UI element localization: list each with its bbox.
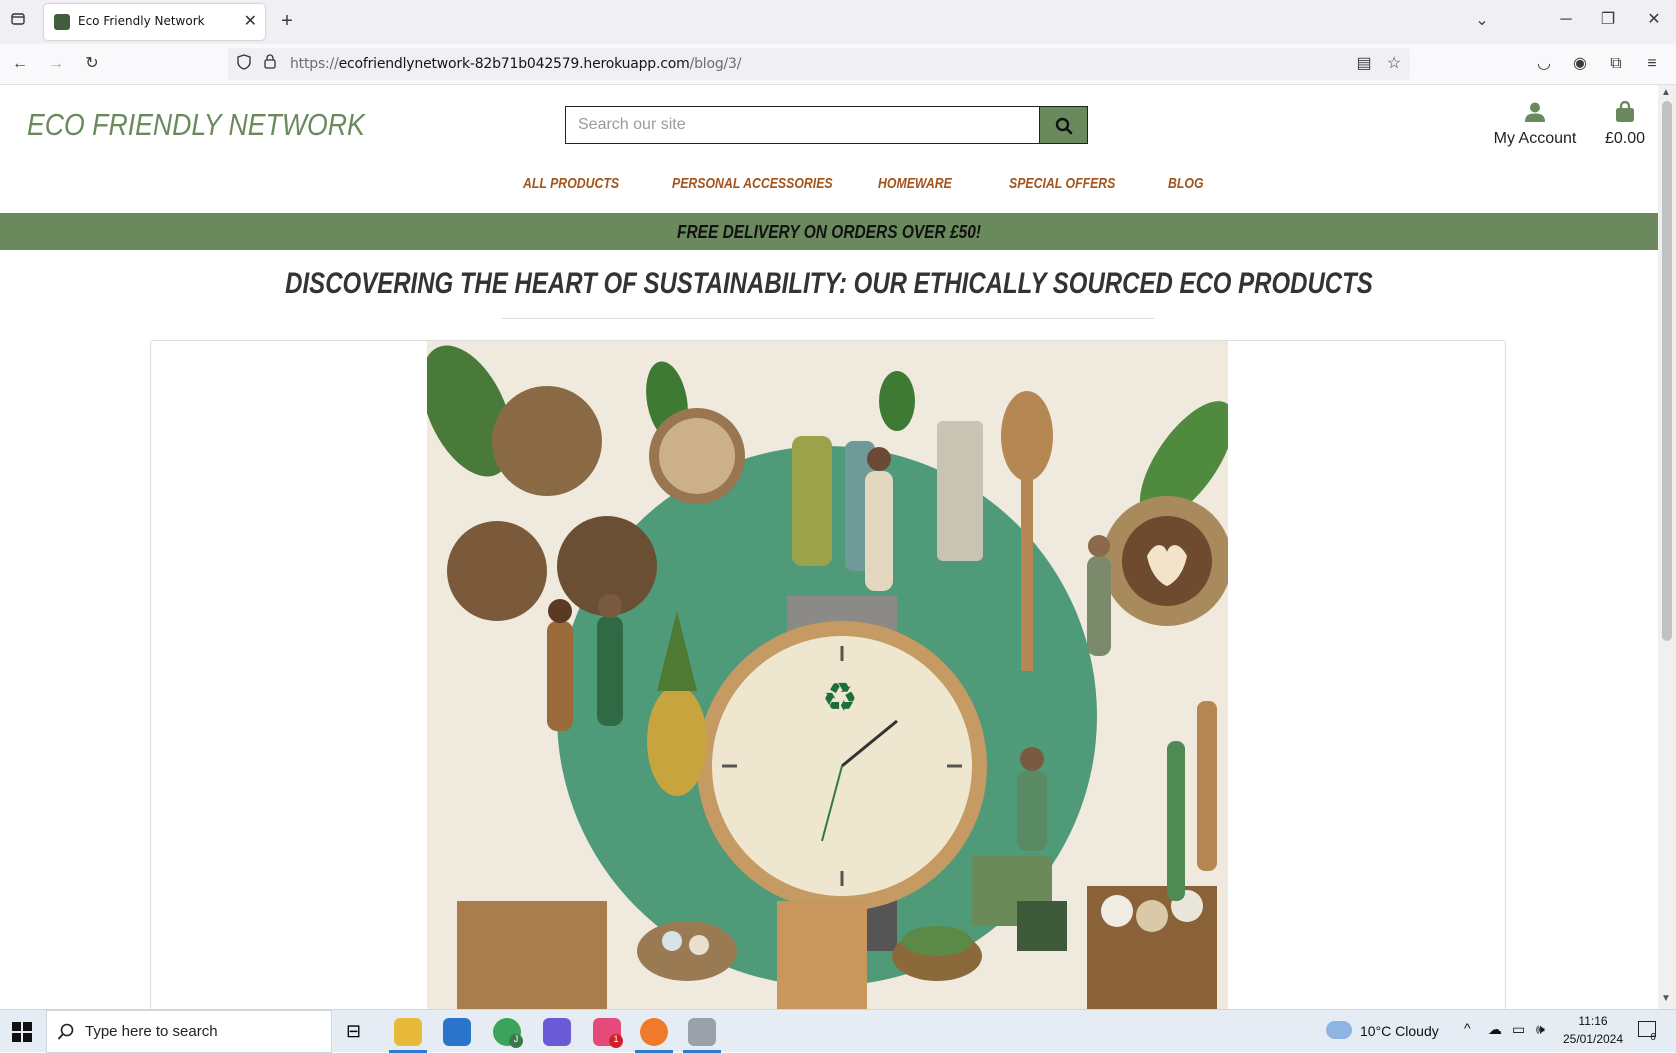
nav-special-offers[interactable]: SPECIAL OFFERS <box>1009 175 1115 192</box>
minimize-icon[interactable]: ─ <box>1554 10 1578 30</box>
site-favicon-icon <box>54 14 70 30</box>
chevron-down-icon[interactable]: ⌄ <box>1470 11 1494 31</box>
nav-all-products[interactable]: ALL PRODUCTS <box>523 175 619 192</box>
svg-text:♻: ♻ <box>822 675 858 721</box>
site-logo[interactable]: ECO FRIENDLY NETWORK <box>27 107 365 143</box>
url-text[interactable]: https://ecofriendlynetwork-82b71b042579.… <box>290 56 741 72</box>
mail-icon[interactable] <box>443 1018 471 1046</box>
cart-total: £0.00 <box>1604 130 1646 147</box>
main-navigation: ALL PRODUCTS PERSONAL ACCESSORIES HOMEWA… <box>0 175 1658 199</box>
search-icon <box>57 1023 74 1040</box>
slack-notification-badge: 1 <box>609 1034 623 1048</box>
reload-icon[interactable]: ↻ <box>80 54 104 74</box>
scroll-up-icon[interactable]: ▲ <box>1661 87 1671 98</box>
blog-post-image: ♻ <box>427 341 1228 1009</box>
new-tab-icon[interactable]: + <box>275 11 299 31</box>
bookmark-star-icon[interactable]: ☆ <box>1382 54 1406 74</box>
lock-icon[interactable] <box>258 54 282 75</box>
unknown-app-icon[interactable] <box>688 1018 716 1046</box>
blog-post-title: DISCOVERING THE HEART OF SUSTAINABILITY:… <box>285 267 1373 300</box>
clock-date[interactable]: 25/01/2024 <box>1556 1032 1630 1046</box>
search-icon <box>1055 117 1073 135</box>
delivery-banner-text: FREE DELIVERY ON ORDERS OVER £50! <box>677 222 981 242</box>
taskbar-search-placeholder: Type here to search <box>85 1023 218 1040</box>
clock-time[interactable]: 11:16 <box>1558 1014 1628 1028</box>
task-view-icon[interactable]: ⊟ <box>346 1021 361 1042</box>
weather-cloud-icon[interactable] <box>1326 1021 1352 1039</box>
tab-title: Eco Friendly Network <box>78 14 205 28</box>
search-input[interactable] <box>566 107 1040 143</box>
taskbar-search-box[interactable]: Type here to search <box>46 1010 332 1053</box>
tray-chevron-icon[interactable]: ^ <box>1464 1020 1471 1036</box>
page-scrollbar[interactable]: ▲ ▼ <box>1658 85 1676 1009</box>
browser-tab-bar: Eco Friendly Network ✕ + ⌄ ─ ❐ ✕ <box>0 0 1676 44</box>
tab-list-icon[interactable] <box>6 11 30 33</box>
firefox-icon[interactable] <box>640 1018 668 1046</box>
my-account-label: My Account <box>1493 130 1577 147</box>
chrome-profile-badge: J <box>509 1034 523 1048</box>
url-host: ecofriendlynetwork-82b71b042579.herokuap… <box>338 56 690 72</box>
account-circle-icon[interactable]: ◉ <box>1568 54 1592 74</box>
url-bar[interactable]: https://ecofriendlynetwork-82b71b042579.… <box>228 48 1410 80</box>
windows-start-icon[interactable] <box>12 1022 32 1047</box>
chrome-icon[interactable]: J <box>493 1018 523 1048</box>
web-page: ECO FRIENDLY NETWORK My Account £0.00 AL… <box>0 85 1658 1009</box>
notification-count: 6 <box>1650 1032 1656 1043</box>
title-divider <box>502 318 1154 319</box>
weather-text[interactable]: 10°C Cloudy <box>1360 1023 1439 1039</box>
pocket-icon[interactable]: ◡ <box>1532 54 1556 74</box>
search-button[interactable] <box>1039 106 1088 144</box>
close-tab-icon[interactable]: ✕ <box>244 11 257 31</box>
browser-tab[interactable]: Eco Friendly Network ✕ <box>44 4 265 40</box>
menu-icon[interactable]: ≡ <box>1640 54 1664 74</box>
nav-personal-accessories[interactable]: PERSONAL ACCESSORIES <box>672 175 833 192</box>
nav-homeware[interactable]: HOMEWARE <box>878 175 952 192</box>
volume-icon[interactable]: 🕪 <box>1536 1021 1545 1038</box>
browser-nav-bar: ← → ↻ https://ecofriendlynetwork-82b71b0… <box>0 44 1676 85</box>
slack-icon[interactable]: 1 <box>593 1018 623 1048</box>
nav-blog[interactable]: BLOG <box>1168 175 1204 192</box>
shield-icon[interactable] <box>232 54 256 76</box>
shopping-bag-icon <box>1616 100 1634 122</box>
reader-view-icon[interactable]: ▤ <box>1352 54 1376 74</box>
restore-icon[interactable]: ❐ <box>1596 10 1620 30</box>
onedrive-icon[interactable]: ☁ <box>1488 1021 1502 1038</box>
url-scheme: https:// <box>290 56 339 72</box>
forward-icon[interactable]: → <box>44 54 68 74</box>
url-path: /blog/3/ <box>689 56 742 72</box>
extensions-icon[interactable]: ⧉ <box>1604 54 1628 74</box>
windows-taskbar: Type here to search ⊟ J 1 10°C Cloudy ^ … <box>0 1009 1676 1053</box>
search-box <box>565 106 1040 144</box>
user-icon <box>1525 102 1545 122</box>
delivery-banner: FREE DELIVERY ON ORDERS OVER £50! <box>0 213 1658 250</box>
my-account-link[interactable]: My Account <box>1490 101 1580 148</box>
copilot-icon[interactable] <box>543 1018 571 1046</box>
scrollbar-thumb[interactable] <box>1662 101 1672 641</box>
scroll-down-icon[interactable]: ▼ <box>1661 993 1671 1004</box>
back-icon[interactable]: ← <box>8 54 32 74</box>
cart-link[interactable]: £0.00 <box>1600 100 1650 148</box>
file-explorer-icon[interactable] <box>394 1018 422 1046</box>
close-window-icon[interactable]: ✕ <box>1642 10 1666 30</box>
network-icon[interactable]: ▭ <box>1512 1021 1525 1038</box>
